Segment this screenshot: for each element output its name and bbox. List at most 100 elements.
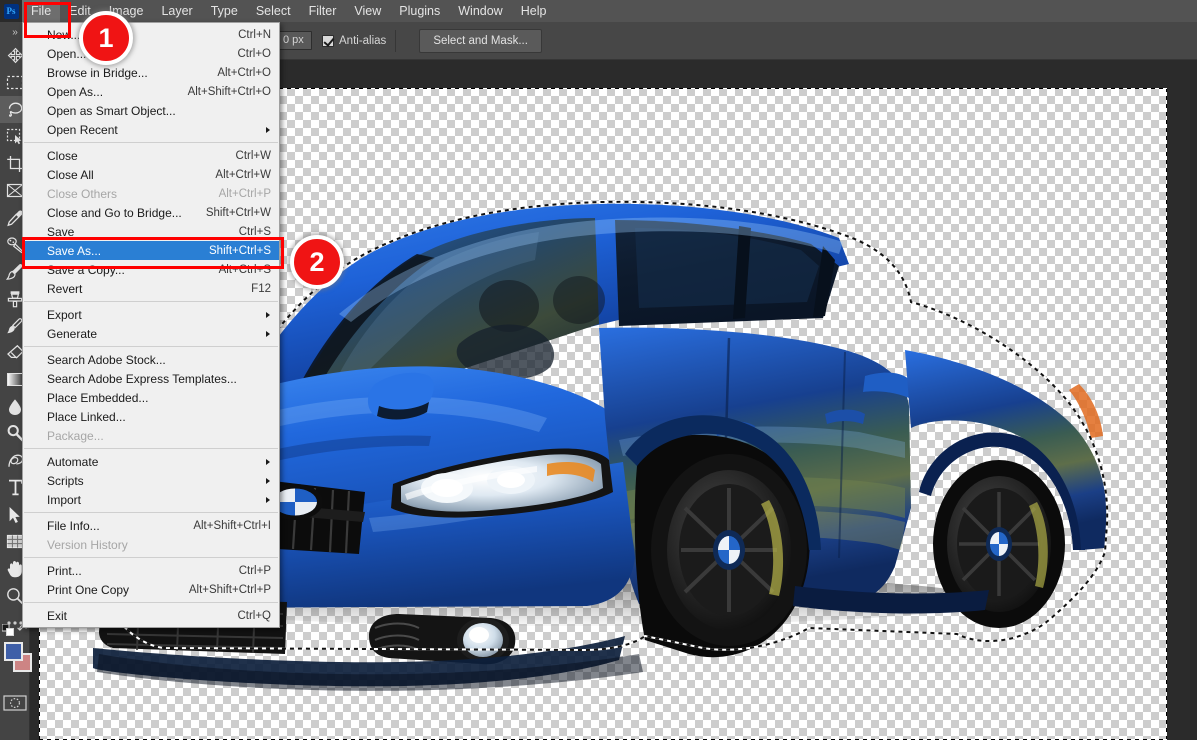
- step-badge-1: 1: [79, 11, 133, 65]
- submenu-arrow-icon: [266, 458, 270, 465]
- menu-item-shortcut: Shift+Ctrl+S: [209, 244, 271, 257]
- menu-item-label: Open As...: [47, 84, 104, 99]
- menu-separator: [24, 346, 278, 347]
- menu-separator: [24, 301, 278, 302]
- menu-plugins[interactable]: Plugins: [390, 0, 449, 22]
- quick-mask-toggle[interactable]: [0, 690, 30, 716]
- menu-item-label: Export: [47, 307, 82, 322]
- menu-item-label: Version History: [47, 537, 128, 552]
- file-menu-item-open-recent[interactable]: Open Recent: [23, 120, 279, 139]
- menu-view[interactable]: View: [345, 0, 390, 22]
- menu-item-shortcut: Alt+Shift+Ctrl+O: [187, 85, 271, 98]
- menu-item-label: Save a Copy...: [47, 262, 125, 277]
- menu-item-label: Open as Smart Object...: [47, 103, 176, 118]
- menu-item-label: Place Embedded...: [47, 390, 149, 405]
- menu-separator: [24, 557, 278, 558]
- menu-item-shortcut: Alt+Ctrl+S: [218, 263, 271, 276]
- file-menu-item-exit[interactable]: Exit Ctrl+Q: [23, 606, 279, 625]
- menu-item-label: Place Linked...: [47, 409, 126, 424]
- file-menu-item-search-adobe-stock[interactable]: Search Adobe Stock...: [23, 350, 279, 369]
- file-menu-item-save-as[interactable]: Save As... Shift+Ctrl+S: [23, 241, 279, 260]
- file-menu-item-export[interactable]: Export: [23, 305, 279, 324]
- file-menu-item-import[interactable]: Import: [23, 490, 279, 509]
- file-menu-item-open-as-smart-object[interactable]: Open as Smart Object...: [23, 101, 279, 120]
- file-menu-item-place-embedded[interactable]: Place Embedded...: [23, 388, 279, 407]
- file-menu-item-print-one-copy[interactable]: Print One Copy Alt+Shift+Ctrl+P: [23, 580, 279, 599]
- file-menu-item-close-all[interactable]: Close All Alt+Ctrl+W: [23, 165, 279, 184]
- file-menu-item-open-as[interactable]: Open As... Alt+Shift+Ctrl+O: [23, 82, 279, 101]
- anti-alias-label: Anti-alias: [339, 34, 387, 47]
- menu-item-shortcut: Ctrl+N: [238, 28, 271, 41]
- menu-item-label: Open Recent: [47, 122, 118, 137]
- menu-item-label: Package...: [47, 428, 104, 443]
- step-badge-2: 2: [290, 235, 344, 289]
- menu-window[interactable]: Window: [449, 0, 511, 22]
- menu-item-shortcut: Alt+Ctrl+P: [218, 187, 271, 200]
- default-colors-icon[interactable]: [2, 624, 14, 636]
- menu-filter[interactable]: Filter: [300, 0, 346, 22]
- menu-item-label: Search Adobe Express Templates...: [47, 371, 237, 386]
- menu-item-shortcut: Alt+Shift+Ctrl+P: [188, 583, 271, 596]
- file-menu-item-close-and-go-to-bridge[interactable]: Close and Go to Bridge... Shift+Ctrl+W: [23, 203, 279, 222]
- file-menu-item-version-history: Version History: [23, 535, 279, 554]
- menu-item-label: Print One Copy: [47, 582, 130, 597]
- menu-item-shortcut: Ctrl+Q: [237, 609, 271, 622]
- menu-item-label: Save: [47, 224, 75, 239]
- file-menu-dropdown[interactable]: New... Ctrl+N Open... Ctrl+O Browse in Bridg…: [22, 22, 280, 628]
- menu-item-label: Browse in Bridge...: [47, 65, 148, 80]
- menu-separator: [24, 602, 278, 603]
- file-menu-item-search-adobe-express-templates[interactable]: Search Adobe Express Templates...: [23, 369, 279, 388]
- menu-layer[interactable]: Layer: [152, 0, 201, 22]
- color-swatches[interactable]: ↶: [0, 622, 32, 684]
- file-menu-item-browse-in-bridge[interactable]: Browse in Bridge... Alt+Ctrl+O: [23, 63, 279, 82]
- menu-item-shortcut: F12: [251, 282, 271, 295]
- submenu-arrow-icon: [266, 330, 270, 337]
- file-menu-item-generate[interactable]: Generate: [23, 324, 279, 343]
- anti-alias-checkbox-box[interactable]: [322, 34, 334, 47]
- file-menu-item-close-others: Close Others Alt+Ctrl+P: [23, 184, 279, 203]
- menu-separator: [24, 448, 278, 449]
- menu-item-label: Close Others: [47, 186, 118, 201]
- menu-type[interactable]: Type: [202, 0, 247, 22]
- menu-item-shortcut: Ctrl+O: [237, 47, 271, 60]
- menu-item-shortcut: Alt+Shift+Ctrl+I: [193, 519, 271, 532]
- menu-item-label: Generate: [47, 326, 98, 341]
- menu-help[interactable]: Help: [512, 0, 556, 22]
- menu-item-label: File Info...: [47, 518, 100, 533]
- file-menu-item-print[interactable]: Print... Ctrl+P: [23, 561, 279, 580]
- submenu-arrow-icon: [266, 126, 270, 133]
- menu-select[interactable]: Select: [247, 0, 300, 22]
- menu-item-label: New...: [47, 27, 81, 42]
- file-menu-item-file-info[interactable]: File Info... Alt+Shift+Ctrl+I: [23, 516, 279, 535]
- file-menu-item-scripts[interactable]: Scripts: [23, 471, 279, 490]
- menu-file[interactable]: File: [22, 0, 61, 22]
- file-menu-item-place-linked[interactable]: Place Linked...: [23, 407, 279, 426]
- anti-alias-checkbox[interactable]: Anti-alias: [322, 34, 387, 47]
- menu-item-shortcut: Ctrl+W: [235, 149, 271, 162]
- menu-item-label: Automate: [47, 454, 99, 469]
- menu-item-label: Close: [47, 148, 78, 163]
- menu-item-shortcut: Ctrl+P: [238, 564, 271, 577]
- photoshop-logo-icon: Ps: [0, 0, 22, 22]
- file-menu-item-automate[interactable]: Automate: [23, 452, 279, 471]
- options-separator: [395, 29, 397, 52]
- file-menu-item-new[interactable]: New... Ctrl+N: [23, 25, 279, 44]
- foreground-color-swatch[interactable]: [4, 642, 23, 661]
- menu-item-label: Save As...: [47, 243, 102, 258]
- menu-separator: [24, 142, 278, 143]
- menu-separator: [24, 512, 278, 513]
- menu-bar: Ps File Edit Image Layer Type Select Filter Vie…: [0, 0, 1197, 22]
- menu-item-label: Close and Go to Bridge...: [47, 205, 182, 220]
- menu-item-shortcut: Shift+Ctrl+W: [205, 206, 271, 219]
- menu-item-label: Search Adobe Stock...: [47, 352, 166, 367]
- file-menu-item-revert[interactable]: Revert F12: [23, 279, 279, 298]
- menu-item-shortcut: Ctrl+S: [238, 225, 271, 238]
- select-and-mask-button[interactable]: Select and Mask...: [419, 28, 542, 53]
- file-menu-item-open[interactable]: Open... Ctrl+O: [23, 44, 279, 63]
- file-menu-item-close[interactable]: Close Ctrl+W: [23, 146, 279, 165]
- file-menu-item-save[interactable]: Save Ctrl+S: [23, 222, 279, 241]
- menu-item-shortcut: Alt+Ctrl+O: [217, 66, 271, 79]
- submenu-arrow-icon: [266, 311, 270, 318]
- menu-item-label: Exit: [47, 608, 68, 623]
- file-menu-item-save-a-copy[interactable]: Save a Copy... Alt+Ctrl+S: [23, 260, 279, 279]
